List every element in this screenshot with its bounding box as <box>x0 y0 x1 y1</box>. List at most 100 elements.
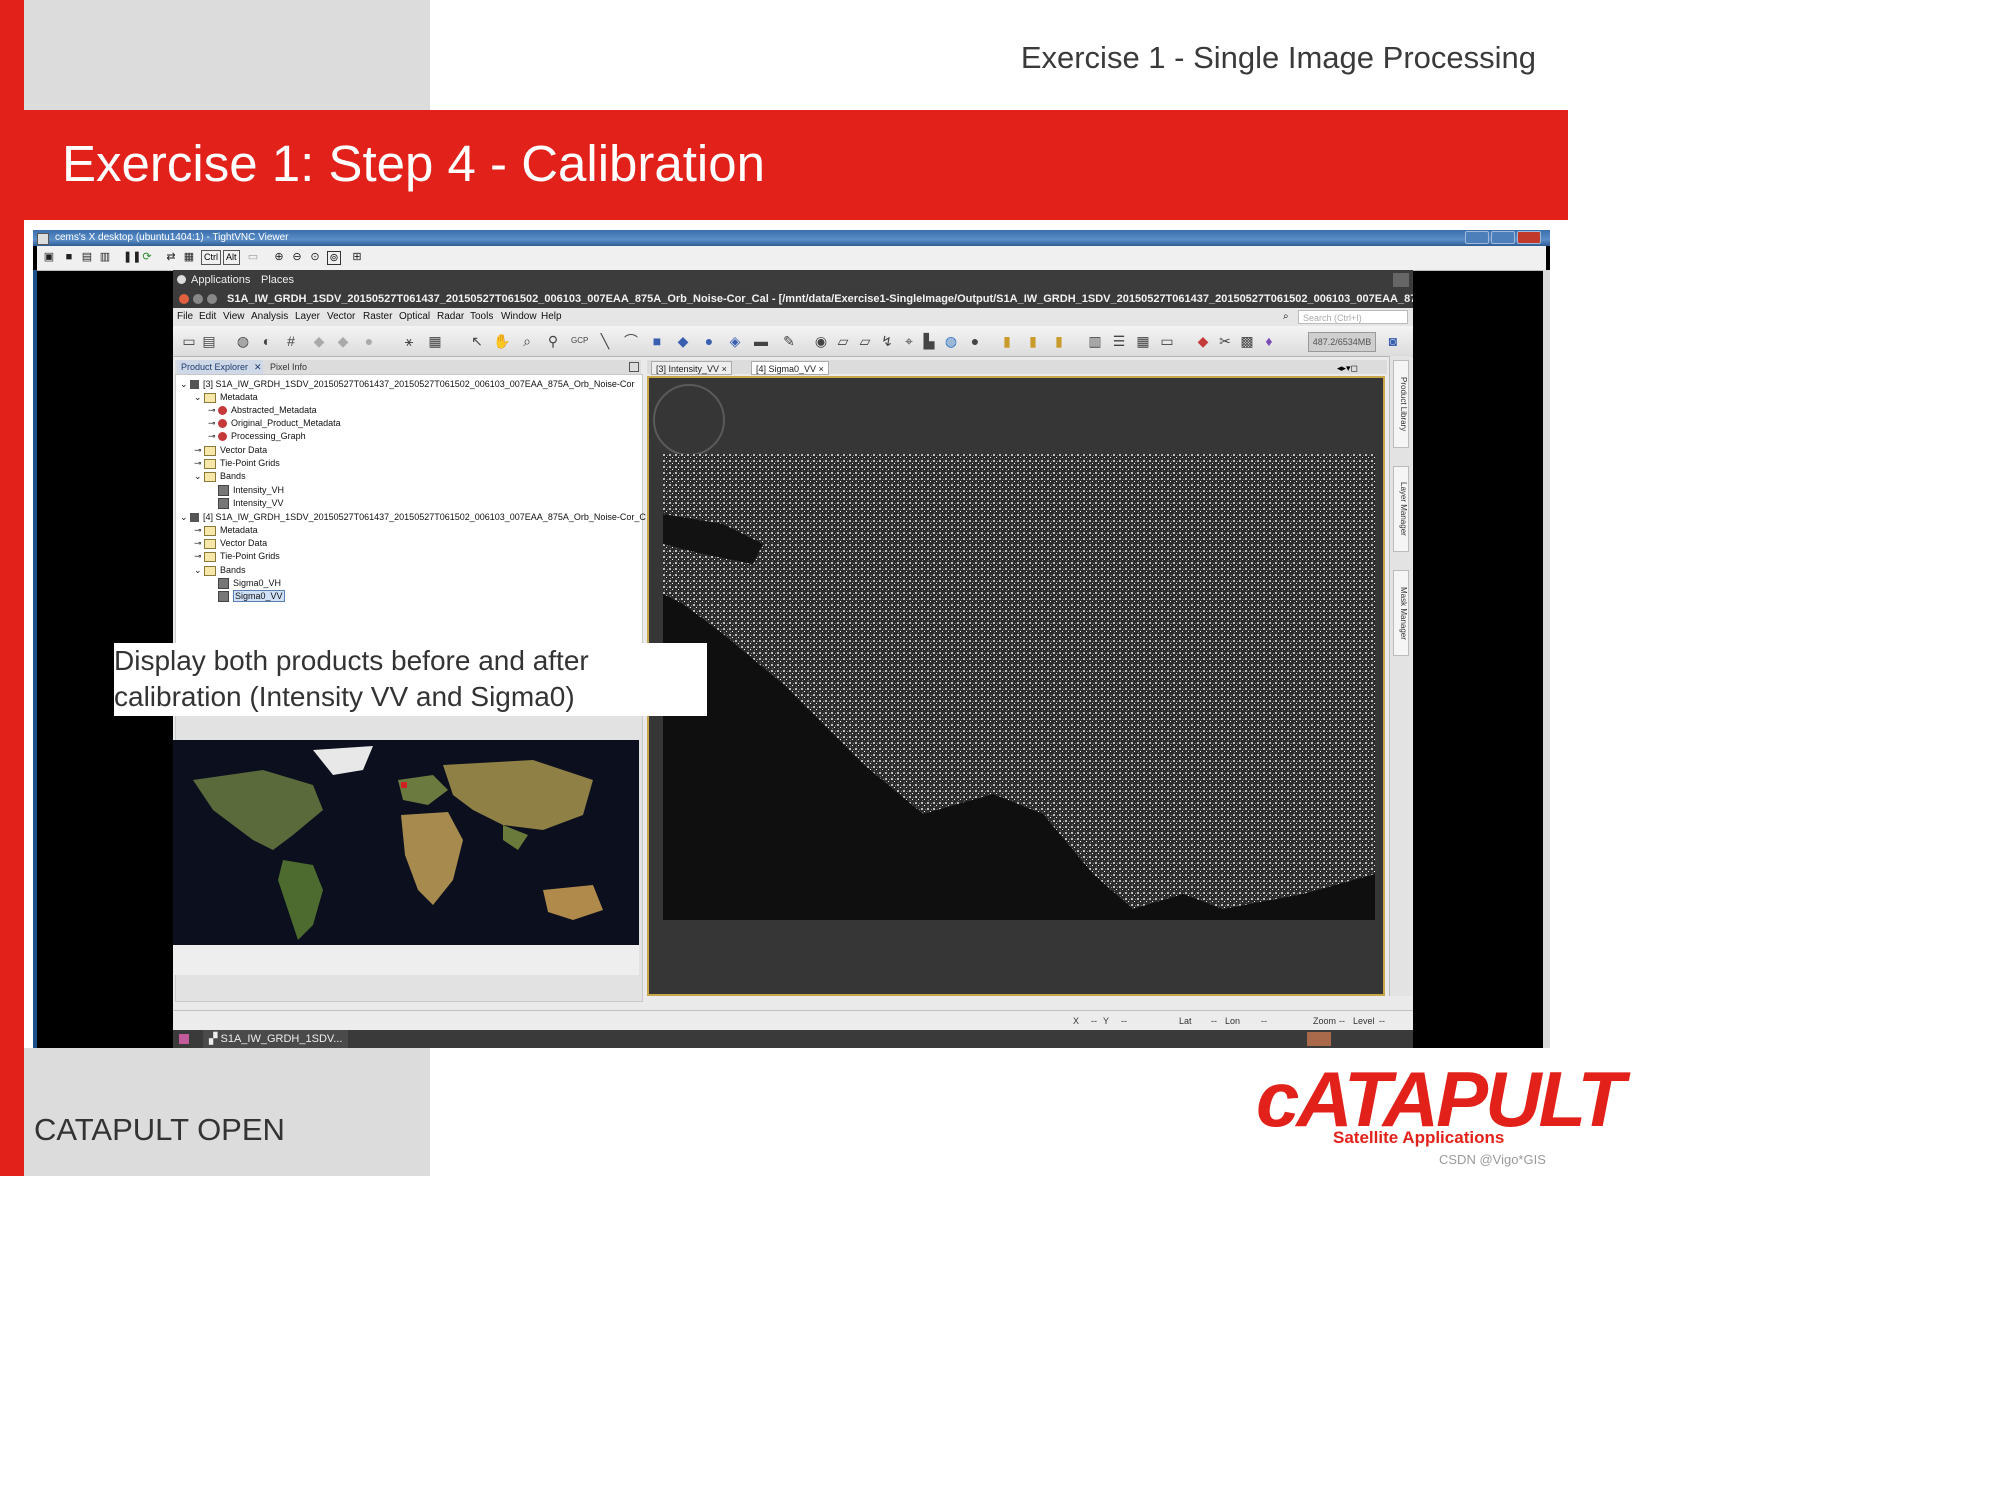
menu-file[interactable]: File <box>177 308 193 326</box>
open-product-icon[interactable]: ▭ <box>181 333 197 349</box>
close-tab-icon[interactable]: × <box>819 364 824 374</box>
tab-mask-manager[interactable]: Mask Manager <box>1393 570 1409 656</box>
tree-product-3[interactable]: ⌄ [3] S1A_IW_GRDH_1SDV_20150527T061437_2… <box>180 379 634 390</box>
minimize-icon[interactable] <box>1465 231 1489 244</box>
refresh-icon[interactable]: ⟳ <box>141 251 153 263</box>
tile-vertical-icon[interactable]: ▱ <box>857 333 873 349</box>
magic-wand-icon[interactable]: ◈ <box>727 333 743 349</box>
menu-layer[interactable]: Layer <box>295 308 320 326</box>
transfer-icon[interactable]: ⇄ <box>165 251 177 263</box>
maximize-icon[interactable] <box>1491 231 1515 244</box>
tree-band-sigma0-vv[interactable]: Sigma0_VV <box>218 590 285 603</box>
disabled-tool-3-icon[interactable]: ● <box>361 333 377 349</box>
ctrl-alt-del-icon[interactable]: ▦ <box>183 251 195 263</box>
tree-band-sigma0-vh[interactable]: Sigma0_VH <box>218 578 281 590</box>
search-input[interactable]: Search (Ctrl+I) <box>1298 310 1408 324</box>
disabled-tool-icon[interactable]: ◆ <box>311 333 327 349</box>
snap-close-icon[interactable] <box>179 294 189 304</box>
disabled-tool-2-icon[interactable]: ◆ <box>335 333 351 349</box>
workspace-switcher-icon[interactable] <box>1307 1032 1331 1046</box>
navigation-wheel-icon[interactable] <box>653 384 725 456</box>
layout-grid-icon[interactable]: ▦ <box>1135 333 1151 349</box>
tree-bands-4[interactable]: ⌄ Bands <box>194 565 246 576</box>
menu-radar[interactable]: Radar <box>437 308 464 326</box>
menu-window[interactable]: Window <box>501 308 537 326</box>
layout-rows-icon[interactable]: ☰ <box>1111 333 1127 349</box>
menu-optical[interactable]: Optical <box>399 308 430 326</box>
snap-maximize-icon[interactable] <box>207 294 217 304</box>
save-icon[interactable]: ■ <box>63 251 75 263</box>
vnc-scrollbar[interactable] <box>1543 270 1550 1048</box>
gem-icon[interactable]: ♦ <box>1261 333 1277 349</box>
tab-pixel-info[interactable]: Pixel Info <box>270 360 307 374</box>
zoom-fit-icon[interactable]: ⊚ <box>327 251 341 265</box>
minimize-panel-icon[interactable] <box>629 362 639 372</box>
filter-icon[interactable]: ◐ <box>259 333 275 349</box>
polygon-tool-icon[interactable]: ◆ <box>675 333 691 349</box>
world-map[interactable] <box>173 740 639 975</box>
tree-abstracted-metadata[interactable]: ⊸ Abstracted_Metadata <box>208 405 317 416</box>
sar-image-view[interactable] <box>647 376 1385 996</box>
zoom-in-icon[interactable]: ⊕ <box>273 251 285 263</box>
memory-indicator[interactable]: 487.2/6534MB <box>1308 332 1376 352</box>
options-icon[interactable]: ▤ <box>81 251 93 263</box>
zoom-100-icon[interactable]: ⊙ <box>309 251 321 263</box>
show-desktop-icon[interactable] <box>179 1034 189 1044</box>
alt-toggle[interactable]: Alt <box>223 250 240 265</box>
grid-icon[interactable]: # <box>283 333 299 349</box>
menu-tools[interactable]: Tools <box>470 308 493 326</box>
line-tool-icon[interactable]: ╲ <box>597 333 613 349</box>
ctrl-toggle[interactable]: Ctrl <box>201 250 221 265</box>
menu-raster[interactable]: Raster <box>363 308 392 326</box>
layout-tabbed-icon[interactable]: ▭ <box>1159 333 1175 349</box>
rectangle-tool-icon[interactable]: ■ <box>649 333 665 349</box>
draw-tool-icon[interactable]: ✎ <box>781 333 797 349</box>
close-tab-icon[interactable]: × <box>722 364 727 374</box>
polyline-tool-icon[interactable]: ⌒ <box>623 333 639 349</box>
tab-sigma0-vv[interactable]: [4] Sigma0_VV × <box>751 361 829 375</box>
histogram-icon[interactable]: ▙ <box>921 333 937 349</box>
subset-icon[interactable]: ✂ <box>1217 333 1233 349</box>
tree-processing-graph[interactable]: ⊸ Processing_Graph <box>208 431 306 442</box>
qr-icon[interactable]: ▩ <box>1239 333 1255 349</box>
sync-views-icon[interactable]: ⌖ <box>901 333 917 349</box>
graph-builder-icon[interactable]: ⚹ <box>401 333 417 349</box>
zoom-out-icon[interactable]: ⊖ <box>291 251 303 263</box>
tree-tiepoint-4[interactable]: ⊸ Tie-Point Grids <box>194 551 280 562</box>
menu-edit[interactable]: Edit <box>199 308 216 326</box>
statistics-icon[interactable]: ▮ <box>999 333 1015 349</box>
pin-tool-icon[interactable]: ⚲ <box>545 333 561 349</box>
sar-image[interactable] <box>663 454 1375 920</box>
save-product-icon[interactable]: ▤ <box>201 333 217 349</box>
taskbar-snap-window[interactable]: ▞ S1A_IW_GRDH_1SDV... <box>203 1030 349 1048</box>
ellipse-tool-icon[interactable]: ● <box>701 333 717 349</box>
tree-vector-data-3[interactable]: ⊸ Vector Data <box>194 445 267 456</box>
tab-product-explorer[interactable]: Product Explorer ✕ <box>177 360 263 374</box>
pause-icon[interactable]: ❚❚ <box>123 251 141 263</box>
menu-analysis[interactable]: Analysis <box>251 308 288 326</box>
tree-original-metadata[interactable]: ⊸ Original_Product_Metadata <box>208 418 341 429</box>
info-icon[interactable]: ▥ <box>99 251 111 263</box>
fullscreen-icon[interactable]: ⊞ <box>351 251 363 263</box>
menu-vector[interactable]: Vector <box>327 308 355 326</box>
tree-band-intensity-vv[interactable]: Intensity_VV <box>218 498 284 510</box>
range-finder-icon[interactable]: ▬ <box>753 333 769 349</box>
scatter-plot-icon[interactable]: ▮ <box>1051 333 1067 349</box>
tile-horizontal-icon[interactable]: ▱ <box>835 333 851 349</box>
tab-layer-manager[interactable]: Layer Manager <box>1393 466 1409 552</box>
batch-processing-icon[interactable]: ▦ <box>427 333 443 349</box>
menu-help[interactable]: Help <box>541 308 562 326</box>
tab-product-library[interactable]: Product Library <box>1393 360 1409 448</box>
globe-icon[interactable]: ◍ <box>943 333 959 349</box>
tree-band-intensity-vh[interactable]: Intensity_VH <box>218 485 284 497</box>
world-view-icon[interactable]: ◉ <box>813 333 829 349</box>
gcp-tool-icon[interactable]: GCP <box>571 333 588 349</box>
pan-tool-icon[interactable]: ✋ <box>493 333 510 349</box>
tab-intensity-vv[interactable]: [3] Intensity_VV × <box>651 361 732 375</box>
applications-menu[interactable]: Applications <box>191 270 250 290</box>
tree-metadata-4[interactable]: ⊸ Metadata <box>194 525 258 536</box>
new-connection-icon[interactable]: ▣ <box>43 251 55 263</box>
menu-view[interactable]: View <box>223 308 245 326</box>
close-icon[interactable] <box>1517 231 1541 244</box>
earth-3d-icon[interactable]: ● <box>967 333 983 349</box>
